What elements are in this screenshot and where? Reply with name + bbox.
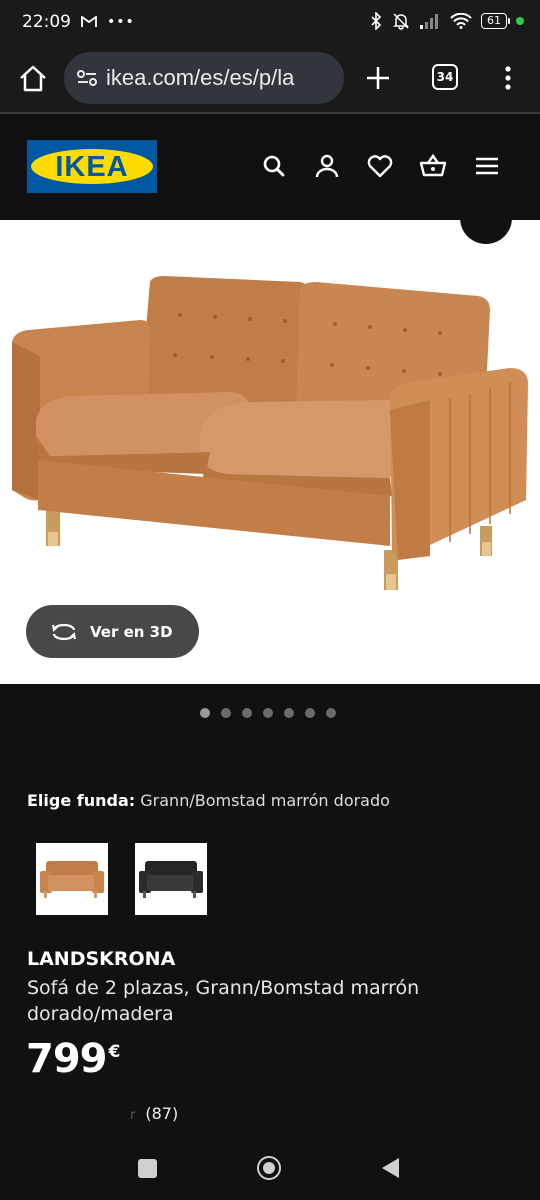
tab-switcher-button[interactable]: 34 <box>432 64 458 90</box>
product-rating[interactable]: r (87) <box>130 1104 178 1123</box>
site-settings-icon[interactable] <box>76 67 98 89</box>
address-bar[interactable]: ikea.com/es/es/p/la <box>64 52 344 104</box>
back-icon[interactable] <box>382 1158 399 1178</box>
battery-indicator: 61 <box>481 13 510 29</box>
browser-toolbar: ikea.com/es/es/p/la 34 <box>0 48 540 112</box>
carousel-dot[interactable] <box>200 708 210 718</box>
price-currency: € <box>108 1042 121 1062</box>
gmail-icon <box>81 16 97 27</box>
rating-count: (87) <box>145 1104 179 1123</box>
star-icon: r <box>130 1108 136 1123</box>
browser-menu-icon[interactable] <box>496 62 520 94</box>
cover-swatch-black[interactable] <box>135 843 207 915</box>
tab-count: 34 <box>436 70 454 84</box>
rotate-3d-icon <box>52 623 76 640</box>
cover-selector-label: Elige funda: <box>27 791 136 810</box>
bluetooth-icon <box>371 12 382 30</box>
new-tab-icon[interactable] <box>362 62 394 94</box>
carousel-dot[interactable] <box>326 708 336 718</box>
sofa-image <box>12 276 528 590</box>
wifi-icon <box>450 13 472 29</box>
image-corner-button[interactable] <box>460 220 512 244</box>
carousel-dot[interactable] <box>242 708 252 718</box>
privacy-indicator-dot <box>516 17 524 25</box>
tan-sofa-thumbnail <box>40 861 104 898</box>
home-nav-icon[interactable] <box>257 1156 281 1180</box>
account-icon[interactable] <box>313 152 341 180</box>
ikea-logo[interactable]: IKEA <box>27 140 157 193</box>
product-price: 799 € <box>26 1036 121 1082</box>
status-right: 61 <box>369 12 524 30</box>
carousel-dot[interactable] <box>305 708 315 718</box>
cover-selected-value: Grann/Bomstad marrón dorado <box>140 791 390 810</box>
product-description: Sofá de 2 plazas, Grann/Bomstad marrón d… <box>27 977 420 1025</box>
wishlist-heart-icon[interactable] <box>366 152 394 180</box>
home-icon[interactable] <box>16 62 50 96</box>
view-3d-label: Ver en 3D <box>90 622 173 641</box>
basket-icon[interactable] <box>419 152 447 180</box>
status-left: 22:09 ••• <box>22 12 135 32</box>
carousel-pagination <box>200 708 336 718</box>
product-name: LANDSKRONA <box>27 948 176 970</box>
signal-icon <box>420 14 438 29</box>
site-header: IKEA <box>0 114 540 220</box>
status-bar: 22:09 ••• 61 <box>0 0 540 48</box>
muted-bell-icon <box>393 13 409 30</box>
cover-selector-line: Elige funda: Grann/Bomstad marrón dorado <box>27 791 390 810</box>
status-time: 22:09 <box>22 12 71 32</box>
cover-swatch-tan[interactable] <box>36 843 108 915</box>
view-3d-button[interactable]: Ver en 3D <box>26 605 199 658</box>
price-amount: 799 <box>26 1036 107 1082</box>
search-icon[interactable] <box>260 152 288 180</box>
carousel-dot[interactable] <box>221 708 231 718</box>
system-navigation-bar <box>0 1140 540 1200</box>
url-text: ikea.com/es/es/p/la <box>106 65 295 90</box>
product-image-carousel[interactable]: Ver en 3D <box>0 220 540 684</box>
battery-level: 61 <box>487 14 501 27</box>
carousel-dot[interactable] <box>263 708 273 718</box>
more-dots-icon: ••• <box>107 14 135 30</box>
hamburger-menu-icon[interactable] <box>473 152 501 180</box>
logo-text: IKEA <box>55 151 129 183</box>
recent-apps-icon[interactable] <box>138 1159 157 1178</box>
black-sofa-thumbnail <box>139 861 203 898</box>
carousel-dot[interactable] <box>284 708 294 718</box>
